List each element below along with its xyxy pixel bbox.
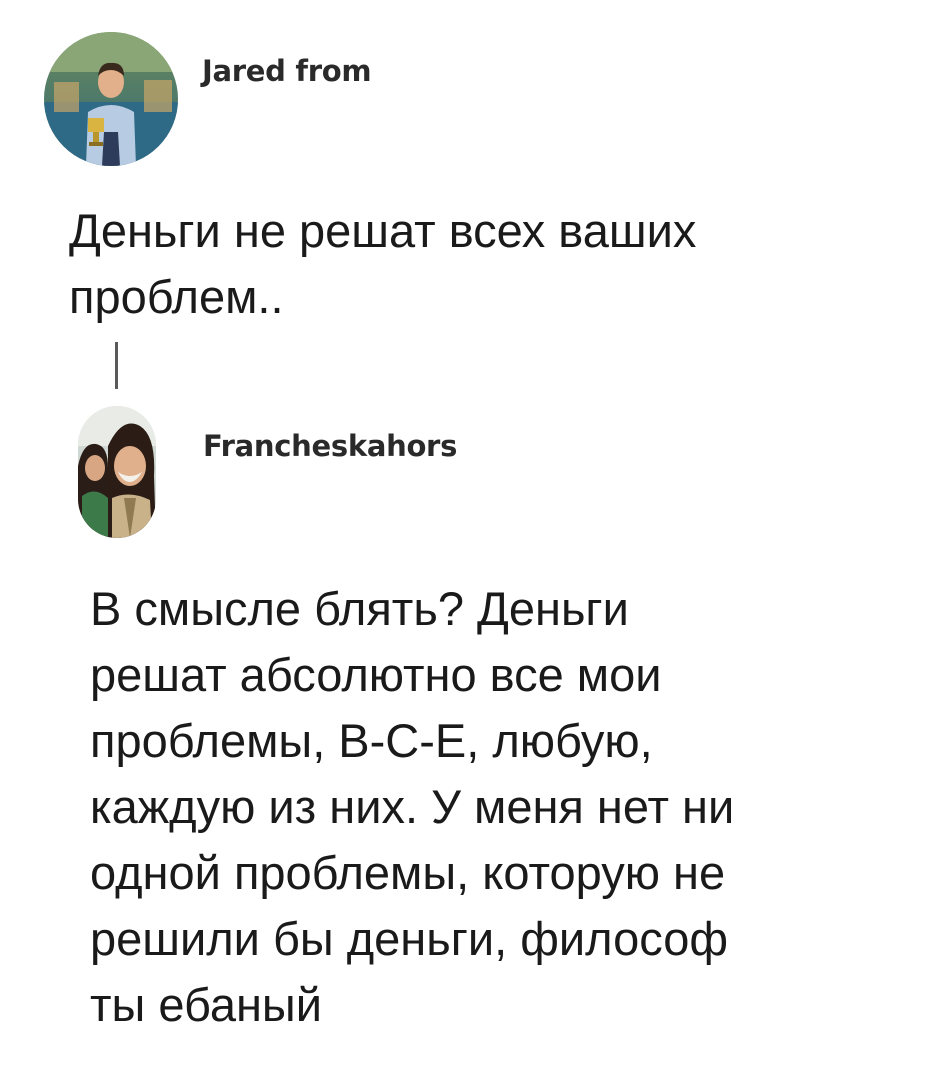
- author-name[interactable]: Francheskahors: [203, 429, 457, 463]
- post-text-line: ты ебаный: [90, 978, 322, 1031]
- post-text-line: Деньги не решат всех ваших: [69, 204, 697, 257]
- post-text-line: В смысле блять? Деньги: [90, 582, 629, 635]
- author-name[interactable]: Jared from: [202, 54, 372, 88]
- post-text-line: решили бы деньги, философ: [90, 912, 729, 965]
- post-body: В смысле блять? Деньги решат абсолютно в…: [90, 576, 910, 1038]
- post-body: Деньги не решат всех ваших проблем..: [69, 198, 889, 330]
- avatar[interactable]: [44, 32, 178, 166]
- post-text-line: проблемы, В-С-Е, любую,: [90, 714, 653, 767]
- post-text-line: решат абсолютно все мои: [90, 648, 662, 701]
- post-text-line: одной проблемы, которую не: [90, 846, 726, 899]
- post-text-line: проблем..: [69, 270, 284, 323]
- thread-connector-line: [115, 342, 118, 389]
- post-text-line: каждую из них. У меня нет ни: [90, 780, 735, 833]
- avatar-photo-man-icon: [44, 32, 178, 166]
- avatar-photo-women-icon: [78, 406, 156, 538]
- avatar[interactable]: [78, 406, 156, 538]
